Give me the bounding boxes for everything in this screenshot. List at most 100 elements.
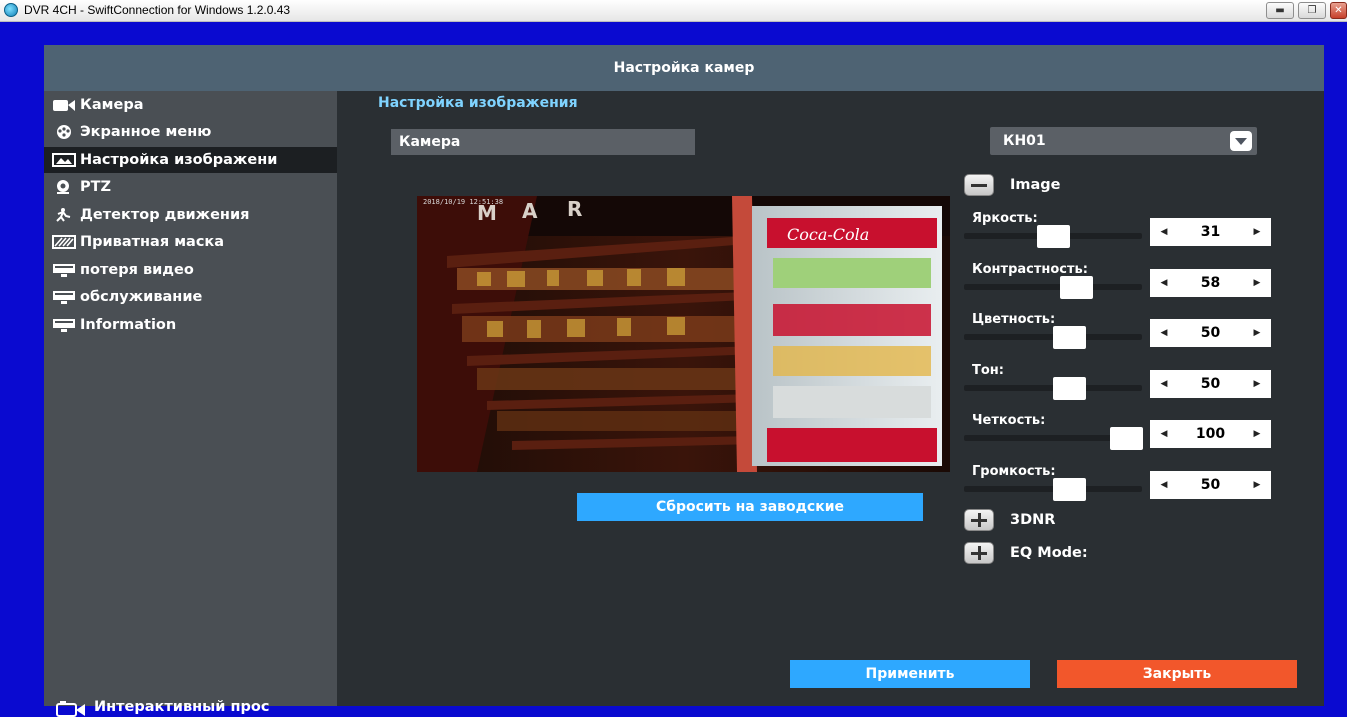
apply-button[interactable]: Применить bbox=[790, 660, 1030, 688]
value-stepper: ◀ 58 ▶ bbox=[1150, 268, 1271, 297]
sidebar-item-label: Камера bbox=[80, 97, 144, 113]
ptz-icon bbox=[57, 180, 69, 194]
sidebar-item-image-settings[interactable]: Настройка изображени bbox=[44, 147, 337, 173]
stepper-value: 50 bbox=[1200, 375, 1221, 392]
slider-handle[interactable] bbox=[1052, 326, 1086, 349]
sidebar-item-label: Детектор движения bbox=[80, 207, 250, 223]
sidebar-item-label: потеря видео bbox=[80, 262, 194, 278]
minus-icon bbox=[971, 184, 987, 187]
value-stepper: ◀ 100 ▶ bbox=[1150, 420, 1271, 448]
decrement-arrow-icon[interactable]: ◀ bbox=[1154, 370, 1174, 398]
sidebar-item-video-loss[interactable]: потеря видео bbox=[44, 257, 337, 283]
chevron-down-icon[interactable] bbox=[1230, 131, 1252, 151]
3dnr-expand-toggle[interactable] bbox=[964, 509, 994, 531]
increment-arrow-icon[interactable]: ▶ bbox=[1247, 471, 1267, 499]
increment-arrow-icon[interactable]: ▶ bbox=[1247, 269, 1267, 297]
osd-icon bbox=[57, 125, 71, 139]
sidebar-item-maintenance[interactable]: обслуживание bbox=[44, 284, 337, 310]
image-group-label: Image bbox=[1010, 177, 1061, 193]
stepper-value: 31 bbox=[1200, 224, 1221, 240]
preview-image: MAR Coca-Cola bbox=[417, 196, 950, 472]
camera-preview: MAR Coca-Cola 2018/10/19 12:51:38 bbox=[417, 196, 950, 472]
minimize-button[interactable]: ▬ bbox=[1266, 2, 1294, 19]
interactive-wizard-link[interactable]: Интерактивный прос bbox=[56, 699, 270, 717]
svg-text:A: A bbox=[522, 199, 538, 223]
monitor-icon bbox=[53, 264, 75, 277]
camera-settings-dialog: Настройка камер Камера Экранное меню Нас… bbox=[44, 45, 1324, 717]
slider-handle[interactable] bbox=[1052, 477, 1086, 501]
eq-mode-label: EQ Mode: bbox=[1010, 545, 1088, 561]
decrement-arrow-icon[interactable]: ◀ bbox=[1154, 218, 1174, 246]
reset-defaults-button[interactable]: Сбросить на заводские bbox=[577, 493, 923, 521]
slider-handle[interactable] bbox=[1059, 275, 1093, 299]
image-icon bbox=[52, 153, 76, 167]
close-window-button[interactable]: ✕ bbox=[1330, 2, 1347, 19]
sidebar-item-motion[interactable]: Детектор движения bbox=[44, 202, 337, 228]
plus-icon-vertical bbox=[977, 546, 981, 560]
slider-handle[interactable] bbox=[1052, 376, 1086, 400]
param-label: Цветность: bbox=[972, 312, 1056, 327]
image-settings-panel: Настройка изображения Камера КН01 M A R … bbox=[337, 91, 1324, 706]
decrement-arrow-icon[interactable]: ◀ bbox=[1154, 319, 1174, 347]
sidebar-item-osd[interactable]: Экранное меню bbox=[44, 119, 337, 145]
sidebar-item-label: обслуживание bbox=[80, 289, 203, 305]
sidebar: Камера Экранное меню Настройка изображен… bbox=[44, 91, 337, 717]
increment-arrow-icon[interactable]: ▶ bbox=[1247, 319, 1267, 347]
param-label: Четкость: bbox=[972, 413, 1046, 428]
camera-icon bbox=[56, 701, 85, 717]
param-label: Яркость: bbox=[972, 211, 1038, 226]
value-stepper: ◀ 50 ▶ bbox=[1150, 369, 1271, 398]
sidebar-item-label: PTZ bbox=[80, 179, 112, 195]
param-label: Тон: bbox=[972, 362, 1004, 378]
camera-select-value: КН01 bbox=[1003, 133, 1046, 149]
camera-select[interactable]: КН01 bbox=[990, 127, 1257, 155]
stepper-value: 50 bbox=[1200, 476, 1221, 493]
slider-handle[interactable] bbox=[1036, 225, 1070, 248]
camera-label: Камера bbox=[391, 129, 695, 155]
sidebar-item-ptz[interactable]: PTZ bbox=[44, 174, 337, 200]
param-label: Контрастность: bbox=[972, 261, 1088, 277]
sidebar-item-label: Information bbox=[80, 317, 177, 333]
stepper-value: 50 bbox=[1200, 325, 1221, 341]
eq-mode-expand-toggle[interactable] bbox=[964, 542, 994, 564]
svg-text:Coca-Cola: Coca-Cola bbox=[787, 225, 869, 244]
value-stepper: ◀ 50 ▶ bbox=[1150, 470, 1271, 499]
dialog-title: Настройка камер bbox=[44, 45, 1324, 91]
decrement-arrow-icon[interactable]: ◀ bbox=[1154, 420, 1174, 448]
stepper-value: 58 bbox=[1200, 274, 1221, 291]
section-title: Настройка изображения bbox=[378, 95, 578, 111]
restore-button[interactable]: ❐ bbox=[1298, 2, 1326, 19]
app-icon bbox=[4, 3, 18, 17]
mask-icon bbox=[52, 235, 76, 249]
plus-icon-vertical bbox=[977, 513, 981, 527]
decrement-arrow-icon[interactable]: ◀ bbox=[1154, 471, 1174, 499]
3dnr-label: 3DNR bbox=[1010, 512, 1056, 528]
param-label: Громкость: bbox=[972, 463, 1056, 479]
sidebar-item-privacy-mask[interactable]: Приватная маска bbox=[44, 229, 337, 255]
svg-text:R: R bbox=[567, 197, 582, 221]
camera-icon bbox=[53, 100, 75, 111]
value-stepper: ◀ 31 ▶ bbox=[1150, 218, 1271, 246]
decrement-arrow-icon[interactable]: ◀ bbox=[1154, 269, 1174, 297]
sidebar-item-information[interactable]: Information bbox=[44, 312, 337, 338]
sidebar-item-camera[interactable]: Камера bbox=[44, 92, 337, 118]
monitor-icon bbox=[53, 319, 75, 332]
monitor-icon bbox=[53, 291, 75, 304]
increment-arrow-icon[interactable]: ▶ bbox=[1247, 420, 1267, 448]
interactive-wizard-label: Интерактивный прос bbox=[94, 699, 270, 715]
preview-timestamp: 2018/10/19 12:51:38 bbox=[423, 198, 504, 206]
increment-arrow-icon[interactable]: ▶ bbox=[1247, 370, 1267, 398]
value-stepper: ◀ 50 ▶ bbox=[1150, 319, 1271, 347]
stepper-value: 100 bbox=[1195, 426, 1226, 442]
sidebar-item-label: Приватная маска bbox=[80, 234, 225, 250]
window-titlebar: DVR 4CH - SwiftConnection for Windows 1.… bbox=[0, 0, 1347, 22]
sidebar-item-label: Настройка изображени bbox=[80, 152, 278, 168]
close-button[interactable]: Закрыть bbox=[1057, 660, 1297, 688]
sidebar-item-label: Экранное меню bbox=[80, 124, 212, 140]
slider-track[interactable] bbox=[964, 283, 1142, 290]
slider-handle[interactable] bbox=[1110, 427, 1143, 450]
increment-arrow-icon[interactable]: ▶ bbox=[1247, 218, 1267, 246]
motion-icon bbox=[56, 208, 71, 222]
window-title: DVR 4CH - SwiftConnection for Windows 1.… bbox=[24, 3, 291, 17]
image-collapse-toggle[interactable] bbox=[964, 174, 994, 196]
